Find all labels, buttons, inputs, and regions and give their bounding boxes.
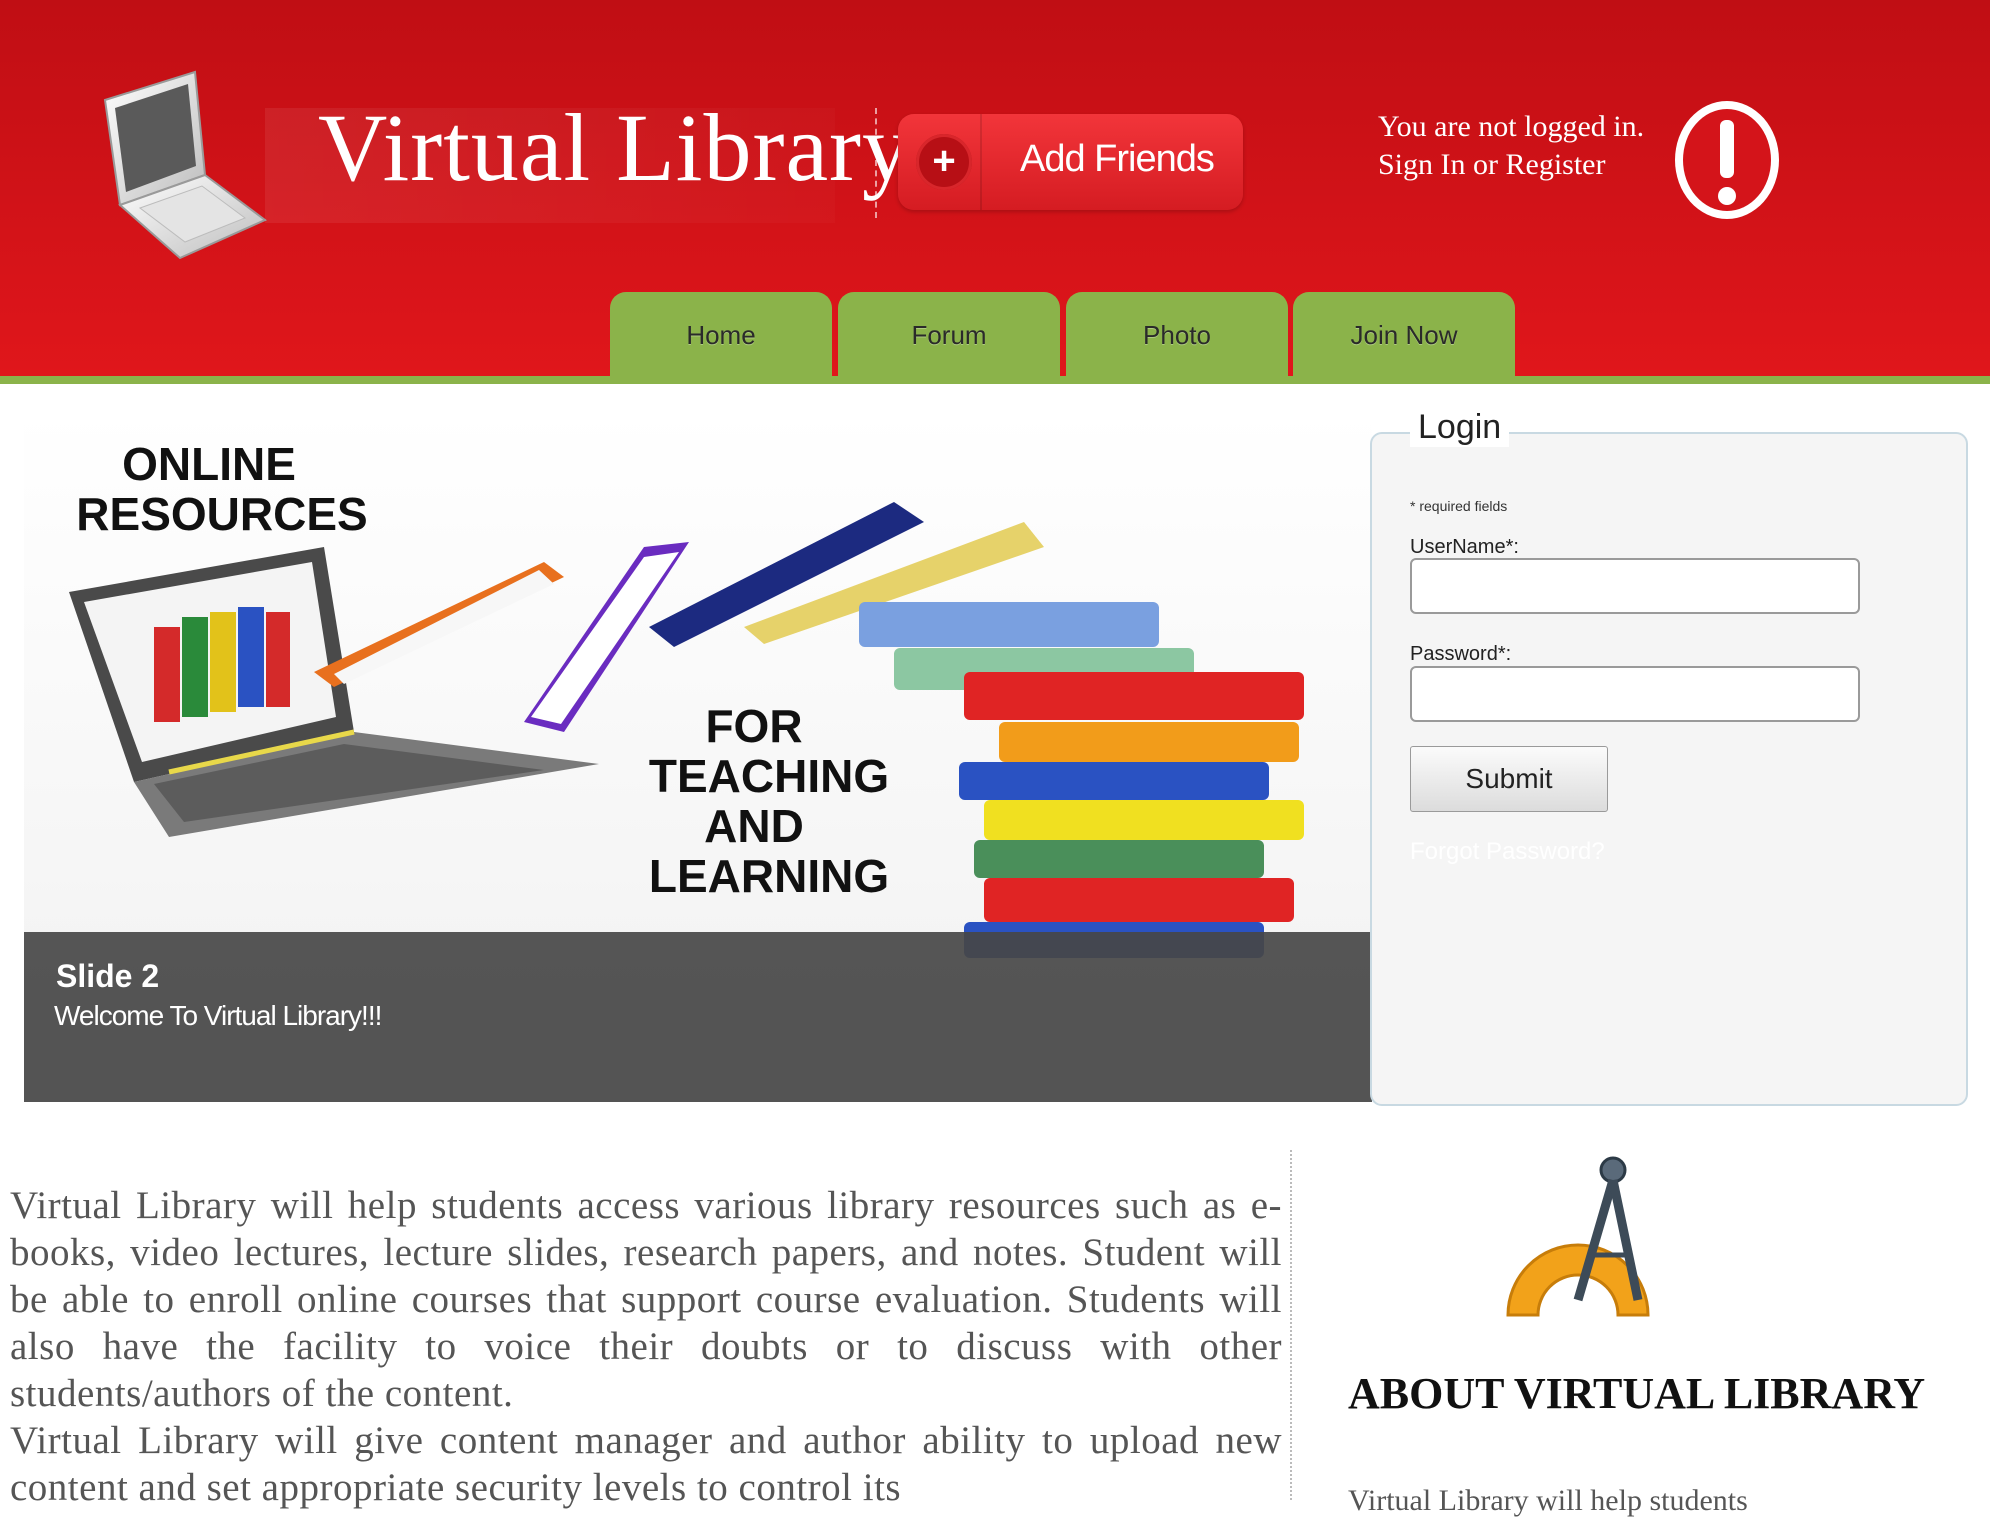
slide-text-learning: LEARNING xyxy=(649,850,889,902)
login-status: You are not logged in. Sign In or Regist… xyxy=(1378,108,1644,184)
required-fields-note: * required fields xyxy=(1410,498,1508,514)
sign-in-register-link[interactable]: Sign In or Register xyxy=(1378,146,1644,184)
button-separator xyxy=(980,114,982,210)
compass-icon xyxy=(1506,1156,1650,1317)
slide-title: Slide 2 xyxy=(56,958,160,994)
login-legend: Login xyxy=(1410,408,1510,447)
slide-text-for: FOR xyxy=(705,700,802,752)
slide-text-teaching: TEACHING xyxy=(649,750,889,802)
slide-text-and: AND xyxy=(704,800,804,852)
add-friends-label: Add Friends xyxy=(1020,138,1215,180)
header-divider xyxy=(875,108,877,218)
site-title[interactable]: Virtual Library xyxy=(318,92,911,203)
tab-forum[interactable]: Forum xyxy=(838,292,1060,376)
submit-button[interactable]: Submit xyxy=(1410,746,1608,812)
tab-join-now[interactable]: Join Now xyxy=(1293,292,1515,376)
slide-subtitle: Welcome To Virtual Library!!! xyxy=(54,1000,382,1031)
add-friends-button[interactable]: + Add Friends xyxy=(898,114,1243,210)
intro-paragraph-1: Virtual Library will help students acces… xyxy=(10,1184,1282,1415)
tab-home[interactable]: Home xyxy=(610,292,832,376)
laptop-logo-icon xyxy=(103,70,267,260)
forgot-password-link[interactable]: Forgot Password? xyxy=(1410,838,1605,866)
slide-text-online: ONLINE xyxy=(122,438,296,490)
image-slider[interactable]: ONLINE RESOURCES FOR TEACHING AND LEARNI… xyxy=(24,412,1372,1102)
alert-icon xyxy=(1675,101,1779,219)
plus-icon: + xyxy=(916,134,972,190)
password-label: Password*: xyxy=(1410,643,1512,665)
slide-text-resources: RESOURCES xyxy=(76,488,367,540)
about-text: Virtual Library will help students xyxy=(1348,1484,1748,1517)
username-label: UserName*: xyxy=(1410,536,1519,558)
page-edge xyxy=(1990,0,2000,1500)
status-not-logged-in: You are not logged in. xyxy=(1378,110,1645,143)
tab-photo[interactable]: Photo xyxy=(1066,292,1288,376)
intro-text: Virtual Library will help students acces… xyxy=(10,1182,1282,1511)
username-input[interactable] xyxy=(1410,558,1860,614)
column-divider xyxy=(1290,1150,1292,1500)
password-input[interactable] xyxy=(1410,666,1860,722)
plus-glyph: + xyxy=(932,139,956,183)
about-title: ABOUT VIRTUAL LIBRARY xyxy=(1348,1369,1926,1418)
nav-underline xyxy=(0,376,1990,384)
intro-paragraph-2: Virtual Library will give content manage… xyxy=(10,1419,1282,1509)
slide-caption: Slide 2 Welcome To Virtual Library!!! xyxy=(24,932,1372,1102)
